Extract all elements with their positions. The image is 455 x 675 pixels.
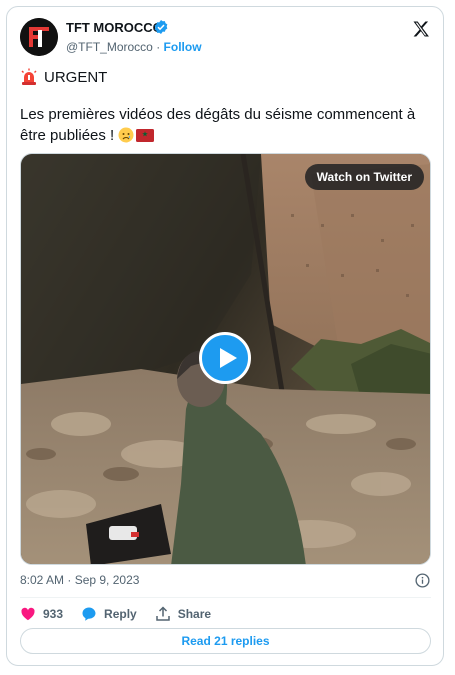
handle-row: @TFT_Morocco · Follow — [66, 40, 202, 54]
like-count: 933 — [43, 607, 64, 621]
share-label: Share — [177, 607, 212, 621]
avatar-logo — [20, 18, 58, 56]
reply-icon — [82, 607, 96, 621]
account-name[interactable]: TFT MOROCCO — [66, 20, 163, 35]
action-bar: 933 Reply Share — [20, 604, 229, 624]
play-icon[interactable] — [199, 332, 251, 384]
siren-icon — [21, 68, 37, 85]
reply-label: Reply — [104, 607, 137, 621]
divider — [20, 597, 431, 598]
follow-button[interactable]: Follow — [164, 40, 202, 54]
urgent-line: URGENT — [20, 68, 107, 86]
tweet-text: Les premières vidéos des dégâts du séism… — [20, 104, 436, 146]
reply-button[interactable]: Reply — [81, 606, 137, 622]
sad-face-emoji — [118, 127, 134, 143]
info-icon[interactable] — [415, 573, 430, 588]
verified-badge-icon — [154, 20, 168, 34]
share-icon — [155, 606, 170, 621]
video-player[interactable]: Watch on Twitter — [20, 153, 431, 565]
avatar[interactable] — [20, 18, 58, 56]
read-replies-button[interactable]: Read 21 replies — [20, 628, 431, 654]
watch-on-twitter-button[interactable]: Watch on Twitter — [304, 164, 424, 190]
tweet-card: TFT MOROCCO @TFT_Morocco · Follow URGENT… — [6, 6, 444, 666]
morocco-flag-emoji — [136, 129, 155, 142]
heart-icon — [21, 607, 35, 621]
share-button[interactable]: Share — [155, 606, 211, 622]
urgent-label: URGENT — [44, 68, 108, 86]
tweet-body: Les premières vidéos des dégâts du séism… — [20, 106, 416, 144]
separator-dot: · — [156, 40, 161, 54]
account-handle[interactable]: @TFT_Morocco — [66, 40, 153, 54]
tweet-timestamp[interactable]: 8:02 AM · Sep 9, 2023 — [20, 573, 139, 587]
like-button[interactable]: 933 — [20, 606, 63, 622]
x-logo-icon[interactable] — [411, 19, 431, 39]
